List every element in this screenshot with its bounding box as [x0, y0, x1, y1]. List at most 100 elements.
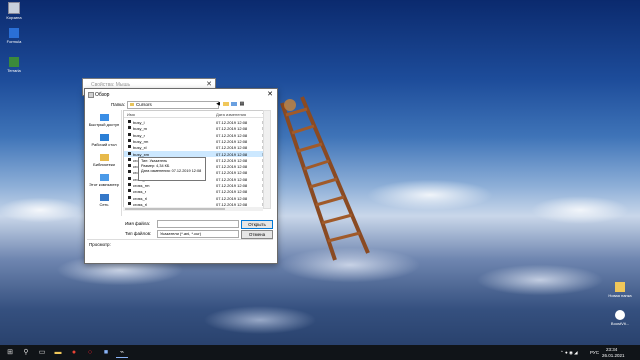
dialog-titlebar[interactable]: Обзор ✕ — [85, 89, 277, 100]
folder-icon — [130, 103, 134, 106]
cursor-file-icon — [128, 201, 131, 205]
column-date[interactable]: Дата изменения — [216, 112, 246, 117]
vertical-scrollbar[interactable] — [263, 110, 271, 209]
back-icon[interactable]: ◀ — [215, 101, 221, 107]
look-in-label: Папка: — [111, 102, 125, 107]
terraria-app-icon — [9, 57, 19, 67]
preview-area: Просмотр: — [87, 239, 273, 262]
filename-input[interactable] — [157, 220, 239, 228]
desktop-icon-boost[interactable]: BoostVit... — [606, 310, 634, 326]
wallpaper-ladder — [280, 96, 370, 261]
start-icon[interactable]: ⊞ — [4, 348, 16, 357]
chrome-icon[interactable]: ● — [68, 348, 80, 357]
library-icon — [99, 154, 109, 161]
file-row[interactable]: busy_xm07.12.2019 12:08Ун — [124, 150, 264, 157]
open-button[interactable]: Открыть — [241, 220, 273, 229]
file-date: 07.12.2019 12:08 — [216, 157, 248, 163]
file-date: 07.12.2019 12:08 — [216, 120, 248, 125]
taskbar: ⊞ ⚲ ▭ ▬ ● ○ ■ ⌁ ⌃ ● ◉ ◢ РУС 23:34 26.01.… — [0, 345, 640, 360]
cursor-file-icon — [128, 132, 131, 136]
file-name: cross_rl — [133, 195, 148, 201]
place-this-pc[interactable]: Этот компьютер — [87, 174, 121, 187]
computer-icon — [99, 174, 109, 181]
file-date: 07.12.2019 12:08 — [216, 183, 248, 188]
desktop-icon-recycle-bin[interactable]: Корзина — [0, 2, 28, 20]
scroll-thumb[interactable] — [125, 208, 225, 210]
cursor-file-icon — [128, 183, 131, 186]
cursor-file-icon — [128, 120, 131, 123]
file-row[interactable]: cross_rm07.12.2019 12:08Ун — [124, 182, 264, 188]
place-network[interactable]: Сеть — [87, 194, 121, 207]
recycle-bin-icon — [8, 2, 20, 14]
star-icon — [99, 114, 109, 121]
file-row[interactable]: busy_m07.12.2019 12:08Ун — [124, 125, 264, 131]
clock-date[interactable]: 26.01.2021 — [602, 353, 625, 358]
horizontal-scrollbar[interactable] — [123, 207, 263, 211]
file-date: 07.12.2019 12:08 — [216, 132, 248, 138]
mouse-settings-icon[interactable]: ⌁ — [116, 348, 128, 358]
desktop-icon — [99, 134, 109, 141]
file-date: 07.12.2019 12:08 — [216, 164, 248, 170]
file-name: cross_rm — [133, 183, 150, 188]
file-row[interactable]: cross_rl07.12.2019 12:08Ун — [124, 195, 264, 201]
explorer-icon[interactable]: ▬ — [52, 348, 64, 357]
new-folder-icon[interactable] — [231, 102, 237, 106]
folder-icon — [615, 282, 625, 292]
file-row[interactable]: cross_r07.12.2019 12:08Ун — [124, 188, 264, 194]
language-indicator[interactable]: РУС — [590, 350, 599, 355]
filetype-value: Указатели (*.ani, *.cur) — [160, 231, 202, 236]
cursor-file-icon — [128, 157, 131, 161]
cursor-file-icon — [128, 176, 131, 180]
file-name: busy_m — [133, 126, 148, 132]
formula-app-icon — [9, 28, 19, 38]
clock-app-icon — [615, 310, 625, 320]
cursor-file-icon — [128, 145, 131, 149]
desktop-icon-new-folder[interactable]: Новая папка — [606, 282, 634, 298]
file-name: busy_xl — [133, 145, 147, 151]
file-date: 07.12.2019 12:08 — [216, 170, 248, 176]
view-menu-icon[interactable]: ▦ — [239, 101, 245, 107]
places-bar: Быстрый доступ Рабочий стол Библиотеки Э… — [87, 110, 122, 216]
dialog-app-icon — [88, 92, 94, 98]
place-desktop[interactable]: Рабочий стол — [87, 134, 121, 147]
file-date: 07.12.2019 12:08 — [216, 151, 248, 157]
file-row[interactable]: busy_rm07.12.2019 12:08Ун — [124, 138, 264, 144]
cursor-file-icon — [128, 170, 131, 174]
place-quick-access[interactable]: Быстрый доступ — [87, 114, 121, 127]
close-icon[interactable]: ✕ — [206, 80, 212, 88]
file-date: 07.12.2019 12:08 — [216, 195, 248, 201]
dialog-title: Обзор — [95, 92, 110, 98]
file-date: 07.12.2019 12:08 — [216, 176, 248, 182]
clock-time[interactable]: 23:34 — [606, 347, 617, 352]
column-name[interactable]: Имя — [127, 112, 135, 117]
tray-icons[interactable]: ⌃ ● ◉ ◢ — [560, 350, 578, 356]
close-button[interactable]: ✕ — [267, 90, 273, 98]
file-list-header: Имя Дата изменения Ти — [124, 111, 264, 118]
search-icon[interactable]: ⚲ — [20, 348, 32, 357]
network-icon — [99, 194, 109, 201]
file-name: cross_r — [133, 189, 147, 195]
taskview-icon[interactable]: ▭ — [36, 348, 48, 357]
file-row[interactable]: busy_xl07.12.2019 12:08Ун — [124, 144, 264, 150]
place-libraries[interactable]: Библиотеки — [87, 154, 121, 167]
file-name: busy_l — [133, 120, 145, 125]
file-row[interactable]: cross_rl07.12.2019 12:08Ун — [124, 201, 264, 207]
up-folder-icon[interactable] — [223, 102, 229, 106]
cursor-file-icon — [128, 151, 131, 155]
cursor-file-icon — [128, 138, 131, 142]
file-row[interactable]: busy_l07.12.2019 12:08Ун — [124, 119, 264, 125]
opera-icon[interactable]: ○ — [84, 348, 96, 357]
file-name: busy_xm — [133, 151, 150, 157]
cancel-button[interactable]: Отмена — [241, 230, 273, 239]
cursor-file-icon — [128, 164, 131, 168]
desktop-icon-formula[interactable]: Formula — [0, 28, 28, 44]
preview-label: Просмотр: — [89, 242, 111, 247]
filetype-select[interactable]: Указатели (*.ani, *.cur) — [157, 230, 239, 238]
file-name: busy_rm — [133, 138, 149, 144]
file-tooltip: Тип: Указатель Размер: 4,34 КБ Дата изме… — [138, 157, 206, 181]
look-in-dropdown[interactable]: Cursors — [127, 101, 219, 109]
desktop-icon-terraria[interactable]: Terraria — [0, 57, 28, 73]
file-row[interactable]: busy_r07.12.2019 12:08Ун — [124, 132, 264, 138]
filetype-label: Тип файлов: — [125, 231, 152, 236]
store-icon[interactable]: ■ — [100, 348, 112, 357]
